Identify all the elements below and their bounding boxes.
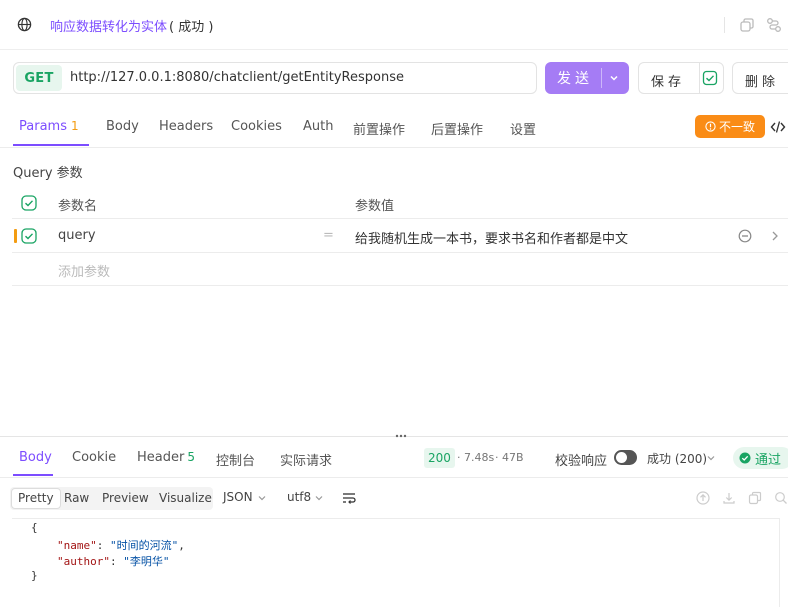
chevron-down-icon[interactable] [608,72,620,84]
param-name-header: 参数名 [58,199,98,214]
tab-actual-request[interactable]: 实际请求 [280,450,332,469]
modified-marker [14,229,17,243]
status-code-badge: 200 [424,448,455,468]
param-value-input[interactable]: 给我随机生成一本书，要求书名和作者都是中文 [355,228,628,247]
tab-body[interactable]: Body [106,119,139,134]
method-select[interactable]: GET [16,65,62,91]
verify-toggle[interactable] [614,450,637,465]
tab-response-header[interactable]: Header 5 [137,450,195,465]
chevron-right-icon[interactable] [769,229,781,243]
save-button[interactable]: 保存 [638,62,724,94]
response-size: 47B [502,451,524,464]
globe-icon [17,17,32,32]
check-icon[interactable] [702,70,718,86]
toolbar-divider [724,17,725,33]
tab-post-processors[interactable]: 后置操作 [431,119,483,138]
chevron-down-icon[interactable] [706,453,716,463]
json-close-brace: } [31,569,38,582]
json-open-brace: { [31,521,38,534]
encoding-select[interactable]: utf8 [287,490,311,504]
format-pretty[interactable]: Pretty [11,488,61,509]
params-count: 1 [70,119,79,133]
row-checkbox[interactable] [21,228,37,244]
send-button-label: 发送 [557,71,593,87]
tab-response-body[interactable]: Body [19,450,52,465]
save-button-divider [699,63,700,93]
json-value-name: "时间的河流" [110,539,179,552]
select-all-checkbox[interactable] [21,195,37,211]
verify-pass-badge: 通过 [733,447,788,469]
json-line-name: "name": "时间的河流", [57,539,185,552]
request-status: ( 成功 ) [169,20,214,35]
share-icon[interactable] [766,17,782,33]
tab-cookies[interactable]: Cookies [231,119,282,134]
copy-icon[interactable] [748,491,762,505]
download-icon[interactable] [722,491,736,505]
params-table-header: 参数名 参数值 [12,187,788,219]
json-value-author: "李明华" [123,555,170,568]
add-param-input[interactable]: 添加参数 [58,261,110,280]
toggle-knob [616,452,627,463]
word-wrap-icon[interactable] [342,492,356,504]
response-size-separator: · [495,451,499,464]
tab-pre-processors[interactable]: 前置操作 [353,119,405,138]
param-value-header: 参数值 [355,199,395,214]
request-title: 响应数据转化为实体( 成功 ) [50,16,213,35]
upload-icon[interactable] [696,491,710,505]
pass-label: 通过 [755,452,782,468]
search-icon[interactable] [774,491,788,505]
json-key-name: "name" [57,539,97,552]
format-visualize[interactable]: Visualize [159,491,212,505]
equals-sign: = [323,228,334,243]
tab-settings[interactable]: 设置 [510,119,536,138]
remove-circle-icon[interactable] [738,229,752,243]
param-name-input[interactable]: query [58,228,96,243]
title-bar: 响应数据转化为实体( 成功 ) [0,0,788,50]
tab-console[interactable]: 控制台 [216,450,255,469]
add-param-row[interactable]: 添加参数 [12,253,788,286]
tab-response-cookie[interactable]: Cookie [72,450,116,465]
code-icon[interactable] [770,120,786,134]
tab-auth[interactable]: Auth [303,119,333,134]
mismatch-badge[interactable]: 不一致 [695,115,765,138]
copy-icon[interactable] [739,17,755,33]
format-preview[interactable]: Preview [102,491,149,505]
format-mode-group: Pretty Raw Preview Visualize [10,487,213,510]
request-name: 响应数据转化为实体 [50,20,168,35]
response-time-separator: · [457,451,461,464]
response-body-viewer[interactable]: { "name": "时间的河流", "author": "李明华" } [12,518,780,607]
verify-response-label: 校验响应 [555,454,608,469]
url-bar[interactable]: GET http://127.0.0.1:8080/chatclient/get… [13,62,537,94]
active-tab-indicator [13,144,89,146]
mismatch-label: 不一致 [718,120,755,134]
query-params-title: Query 参数 [13,166,83,181]
tab-headers[interactable]: Headers [159,119,213,134]
active-response-tab-indicator [13,474,53,476]
header-count: 5 [187,450,195,464]
send-button[interactable]: 发送 [545,62,629,94]
request-tabs: Params 1 Body Headers Cookies Auth 前置操作 后… [0,108,788,148]
tab-params[interactable]: Params 1 [19,119,79,134]
expected-status-select[interactable]: 成功 (200) [647,450,707,467]
send-button-divider [601,68,602,88]
response-time: 7.48s [464,451,495,464]
json-key-author: "author" [57,555,110,568]
format-raw[interactable]: Raw [64,491,89,505]
url-input[interactable]: http://127.0.0.1:8080/chatclient/getEnti… [70,70,404,85]
save-button-label: 保存 [651,75,686,90]
chevron-down-icon[interactable] [257,493,267,503]
table-row[interactable]: query = 给我随机生成一本书，要求书名和作者都是中文 [12,220,788,253]
content-type-select[interactable]: JSON [223,490,253,504]
chevron-down-icon[interactable] [314,493,324,503]
delete-button[interactable]: 删除 [732,62,788,94]
delete-button-label: 删除 [745,75,780,90]
warning-circle-icon [705,121,716,132]
check-circle-icon [739,452,751,464]
json-line-author: "author": "李明华" [57,555,170,568]
